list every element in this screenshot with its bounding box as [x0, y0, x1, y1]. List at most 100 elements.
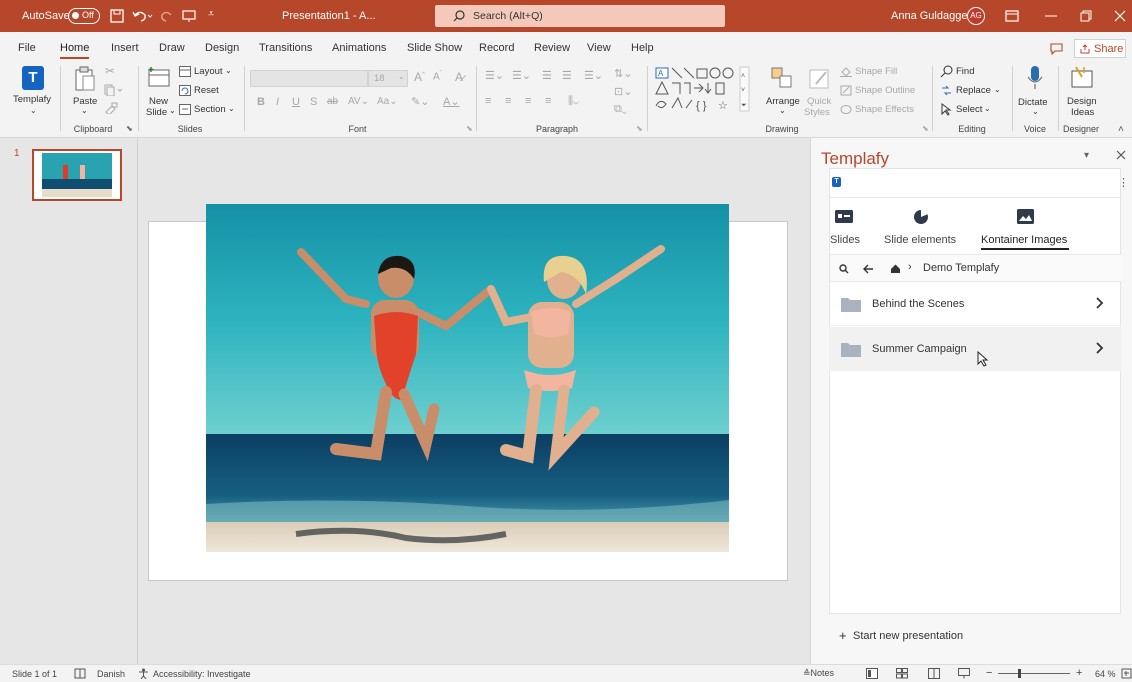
redo-icon[interactable] [160, 9, 174, 23]
decrease-font-icon[interactable]: Aˇ [433, 71, 442, 82]
beach-photo[interactable] [206, 204, 729, 552]
align-left-icon[interactable]: ≡ [485, 95, 491, 107]
select-button[interactable]: Select ⌄ [940, 102, 994, 118]
change-case-icon[interactable]: Aa⌄ [377, 96, 398, 107]
avatar[interactable]: AG [967, 7, 985, 25]
tab-kontainer-images[interactable]: Kontainer Images [981, 207, 1071, 250]
reading-view-icon[interactable] [928, 668, 940, 679]
more-options-icon[interactable]: ⋮ [1118, 176, 1129, 189]
tab-draw[interactable]: Draw [159, 42, 185, 54]
slide-show-icon[interactable] [958, 668, 970, 679]
design-ideas-button[interactable]: Design Ideas [1062, 64, 1102, 122]
tab-animations[interactable]: Animations [332, 42, 386, 54]
tab-transitions[interactable]: Transitions [259, 42, 312, 54]
justify-icon[interactable]: ≡ [545, 95, 551, 107]
tab-help[interactable]: Help [631, 42, 654, 54]
slide-thumbnail[interactable] [32, 149, 122, 201]
dialog-launcher-icon[interactable]: ⬊ [636, 124, 643, 133]
smartart-icon[interactable]: ⧉⌄ [614, 103, 627, 116]
templafy-button[interactable]: T Templafy ⌄ [10, 64, 58, 120]
normal-view-icon[interactable] [866, 668, 878, 679]
breadcrumb-current[interactable]: Demo Templafy [923, 262, 999, 274]
task-pane-options-icon[interactable]: ▾ [1084, 150, 1089, 161]
quick-styles-button[interactable]: Quick Styles [803, 64, 837, 120]
format-painter-icon[interactable] [104, 102, 118, 114]
clear-formatting-icon[interactable]: A̷ [455, 70, 463, 84]
zoom-slider[interactable] [998, 669, 1070, 678]
align-center-icon[interactable]: ≡ [505, 95, 511, 107]
character-spacing-icon[interactable]: AV⌄ [348, 96, 369, 107]
comments-icon[interactable] [1050, 43, 1063, 55]
accessibility-status[interactable]: Accessibility: Investigate [153, 669, 251, 679]
tab-home[interactable]: Home [60, 42, 90, 59]
dictate-button[interactable]: Dictate ⌄ [1016, 64, 1054, 120]
increase-font-icon[interactable]: A^ [414, 70, 425, 84]
zoom-in-icon[interactable]: + [1076, 667, 1082, 679]
paste-button[interactable]: Paste ⌄ [68, 64, 102, 120]
folder-behind-the-scenes[interactable]: Behind the Scenes [829, 282, 1121, 326]
shapes-gallery[interactable]: A { } ☆ ˄ ˅ ⏷ [654, 66, 754, 114]
numbering-icon[interactable]: ☰⌄ [512, 69, 531, 82]
cut-icon[interactable]: ✂ [105, 64, 115, 78]
spelling-icon[interactable] [74, 668, 86, 679]
zoom-slider-thumb[interactable] [1018, 669, 1021, 678]
tab-view[interactable]: View [587, 42, 611, 54]
dialog-launcher-icon[interactable]: ⬊ [126, 124, 133, 133]
back-arrow-icon[interactable] [863, 264, 874, 274]
notes-button[interactable]: ≙Notes [803, 668, 834, 679]
shape-effects-button[interactable]: Shape Effects [840, 102, 922, 118]
font-name-combobox[interactable] [250, 70, 368, 87]
dialog-launcher-icon[interactable]: ⬊ [922, 124, 929, 133]
present-icon[interactable] [182, 9, 196, 23]
tab-slide-show[interactable]: Slide Show [407, 42, 462, 54]
tab-review[interactable]: Review [534, 42, 570, 54]
ribbon-display-icon[interactable] [1005, 10, 1019, 22]
arrange-button[interactable]: Arrange ⌄ [764, 64, 802, 120]
font-size-combobox[interactable]: 18 ⌄ [368, 70, 408, 87]
text-direction-icon[interactable]: ⇅⌄ [614, 67, 632, 80]
dialog-launcher-icon[interactable]: ⬊ [466, 124, 473, 133]
columns-icon[interactable]: ⫼⌄ [568, 95, 579, 108]
bullets-icon[interactable]: ☰⌄ [485, 69, 504, 82]
find-button[interactable]: Find [940, 64, 990, 80]
autosave-toggle[interactable]: Off [68, 8, 100, 24]
font-color-icon[interactable]: A⌄ [443, 95, 460, 108]
fit-to-window-icon[interactable] [1121, 668, 1132, 679]
increase-indent-icon[interactable]: ☰ [562, 69, 572, 82]
tab-file[interactable]: File [18, 42, 36, 54]
share-button[interactable]: Share [1074, 39, 1126, 58]
zoom-out-icon[interactable]: − [986, 667, 992, 679]
new-slide-button[interactable]: New Slide ⌄ [144, 64, 176, 122]
zoom-level[interactable]: 64 % [1095, 669, 1116, 679]
folder-summer-campaign[interactable]: Summer Campaign [829, 327, 1121, 371]
restore-icon[interactable] [1080, 10, 1092, 22]
search-box[interactable]: Search (Alt+Q) [435, 5, 725, 27]
close-icon[interactable] [1114, 10, 1126, 22]
task-pane-close-icon[interactable] [1116, 150, 1126, 160]
italic-icon[interactable]: I [276, 96, 279, 108]
strikethrough-icon[interactable]: ab [327, 96, 338, 107]
home-icon[interactable] [890, 263, 901, 274]
replace-button[interactable]: Replace ⌄ [940, 83, 1004, 99]
bold-icon[interactable]: B [257, 96, 265, 108]
minimize-icon[interactable] [1045, 15, 1057, 17]
section-button[interactable]: Section ⌄ [179, 102, 235, 118]
language-indicator[interactable]: Danish [97, 669, 125, 679]
undo-icon[interactable] [132, 9, 154, 23]
highlight-icon[interactable]: ✎⌄ [411, 95, 429, 108]
layout-button[interactable]: Layout ⌄ [179, 64, 235, 80]
align-right-icon[interactable]: ≡ [525, 95, 531, 107]
slide-sorter-icon[interactable] [896, 668, 908, 679]
search-icon[interactable] [839, 264, 849, 274]
shape-fill-button[interactable]: Shape Fill [840, 64, 920, 80]
underline-icon[interactable]: U [292, 96, 300, 108]
save-icon[interactable] [110, 9, 124, 23]
tab-insert[interactable]: Insert [111, 42, 139, 54]
customize-qat-icon[interactable]: ⩡ [208, 8, 214, 21]
copy-icon[interactable] [104, 84, 124, 96]
start-new-presentation-button[interactable]: + Start new presentation [839, 628, 999, 646]
tab-design[interactable]: Design [205, 42, 239, 54]
reset-button[interactable]: Reset [179, 83, 229, 99]
tab-slide-elements[interactable]: Slide elements [884, 207, 964, 247]
tab-slides[interactable]: Slides [830, 207, 864, 247]
